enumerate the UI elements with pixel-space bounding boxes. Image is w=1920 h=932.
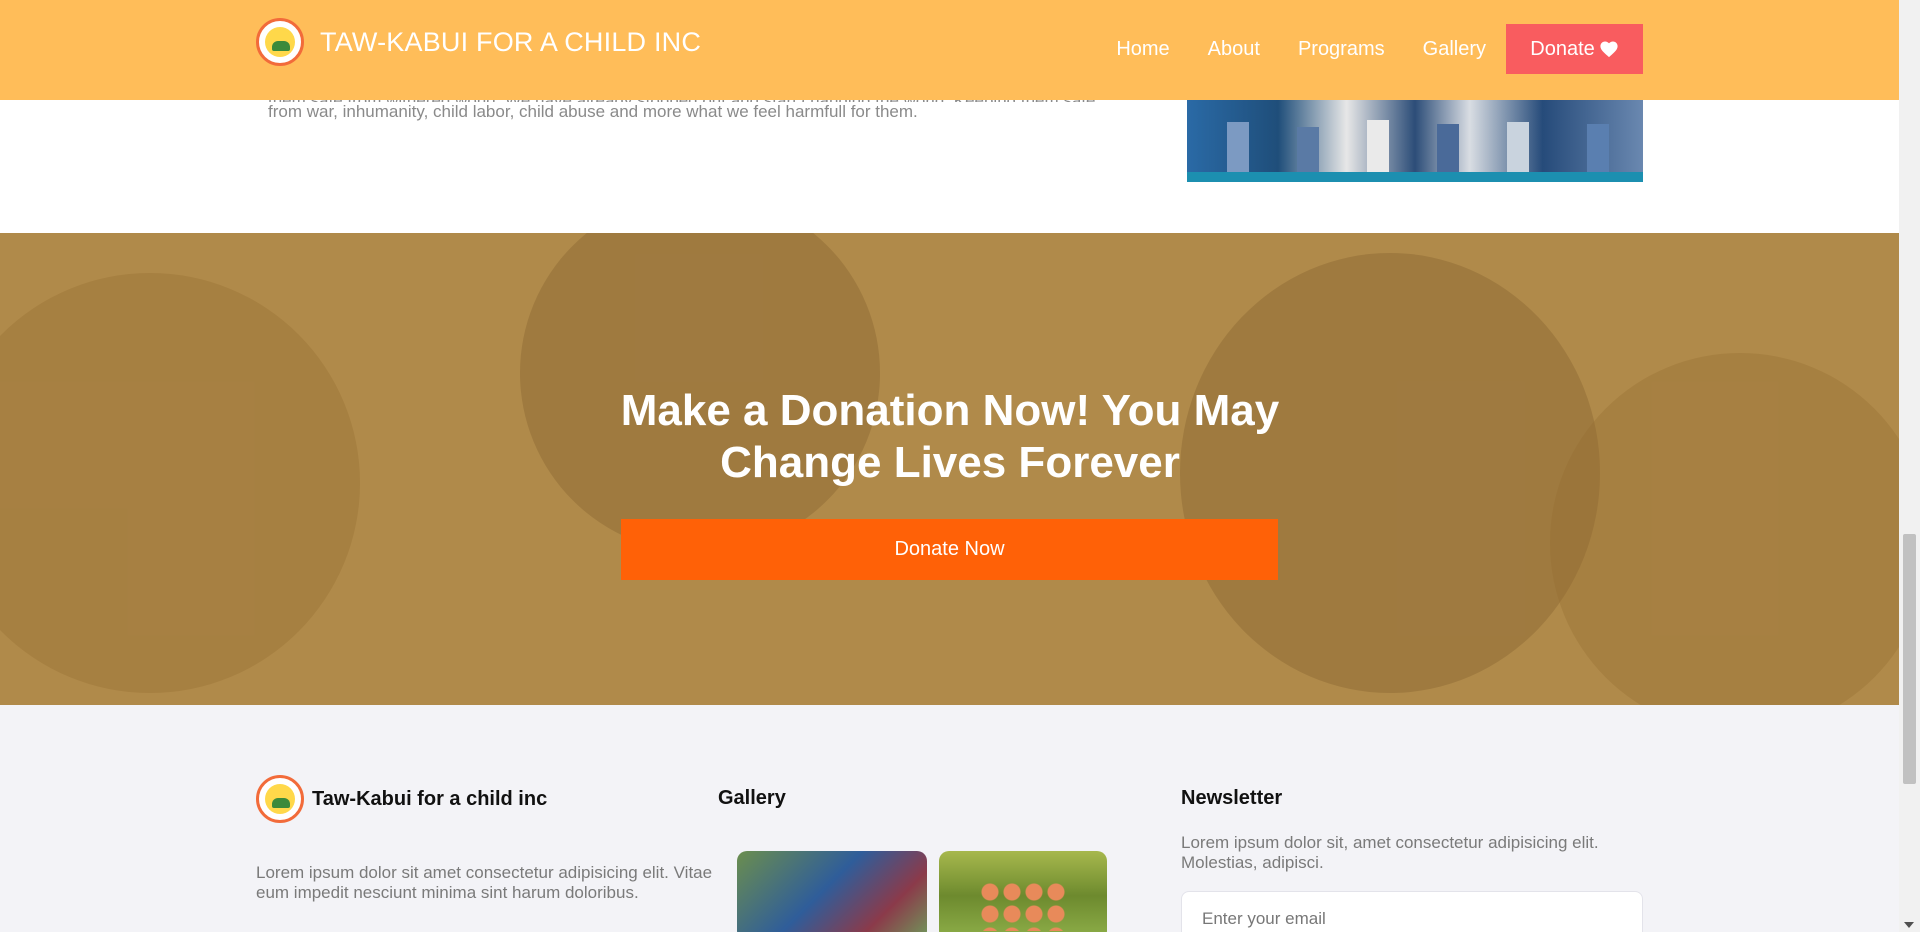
gallery-thumb-2[interactable] bbox=[939, 851, 1107, 932]
nav-about[interactable]: About bbox=[1208, 38, 1260, 61]
footer-brand[interactable]: Taw-Kabui for a child inc bbox=[256, 775, 547, 823]
footer-logo-icon bbox=[256, 775, 304, 823]
intro-line-2: from war, inhumanity, child labor, child… bbox=[268, 102, 918, 121]
newsletter-email-input[interactable] bbox=[1181, 891, 1643, 932]
site-footer: Taw-Kabui for a child inc Lorem ipsum do… bbox=[0, 705, 1899, 932]
hero-title: Make a Donation Now! You May Change Live… bbox=[620, 386, 1280, 487]
intro-section: them safe from withered world. We have a… bbox=[0, 96, 1899, 233]
intro-text: them safe from withered world. We have a… bbox=[268, 96, 1168, 122]
heart-icon bbox=[1600, 41, 1618, 58]
brand[interactable]: TAW-KABUI FOR A CHILD INC bbox=[256, 17, 701, 67]
gallery-thumb-1[interactable] bbox=[737, 851, 927, 932]
nav-programs[interactable]: Programs bbox=[1298, 38, 1385, 61]
nav-home[interactable]: Home bbox=[1116, 38, 1169, 61]
footer-gallery-title: Gallery bbox=[718, 787, 786, 809]
donate-button[interactable]: Donate bbox=[1506, 24, 1643, 74]
nav-gallery[interactable]: Gallery bbox=[1423, 38, 1486, 61]
donate-label: Donate bbox=[1530, 37, 1595, 60]
footer-description: Lorem ipsum dolor sit amet consectetur a… bbox=[256, 863, 713, 902]
footer-brand-title: Taw-Kabui for a child inc bbox=[312, 787, 548, 810]
page-scrollbar[interactable] bbox=[1899, 0, 1920, 932]
site-header: TAW-KABUI FOR A CHILD INC Home About Pro… bbox=[0, 0, 1899, 100]
scrollbar-thumb[interactable] bbox=[1903, 534, 1916, 784]
donate-now-button[interactable]: Donate Now bbox=[621, 519, 1278, 580]
kids-photo bbox=[1187, 100, 1643, 182]
brand-title: TAW-KABUI FOR A CHILD INC bbox=[320, 26, 702, 57]
main-nav: Home About Programs Gallery Donate bbox=[1078, 24, 1643, 74]
scroll-down-arrow-icon[interactable] bbox=[1904, 922, 1914, 928]
newsletter-description: Lorem ipsum dolor sit, amet consectetur … bbox=[1181, 833, 1599, 872]
newsletter-title: Newsletter bbox=[1181, 787, 1283, 809]
donation-hero: Make a Donation Now! You May Change Live… bbox=[0, 233, 1899, 705]
logo-icon bbox=[256, 18, 304, 66]
